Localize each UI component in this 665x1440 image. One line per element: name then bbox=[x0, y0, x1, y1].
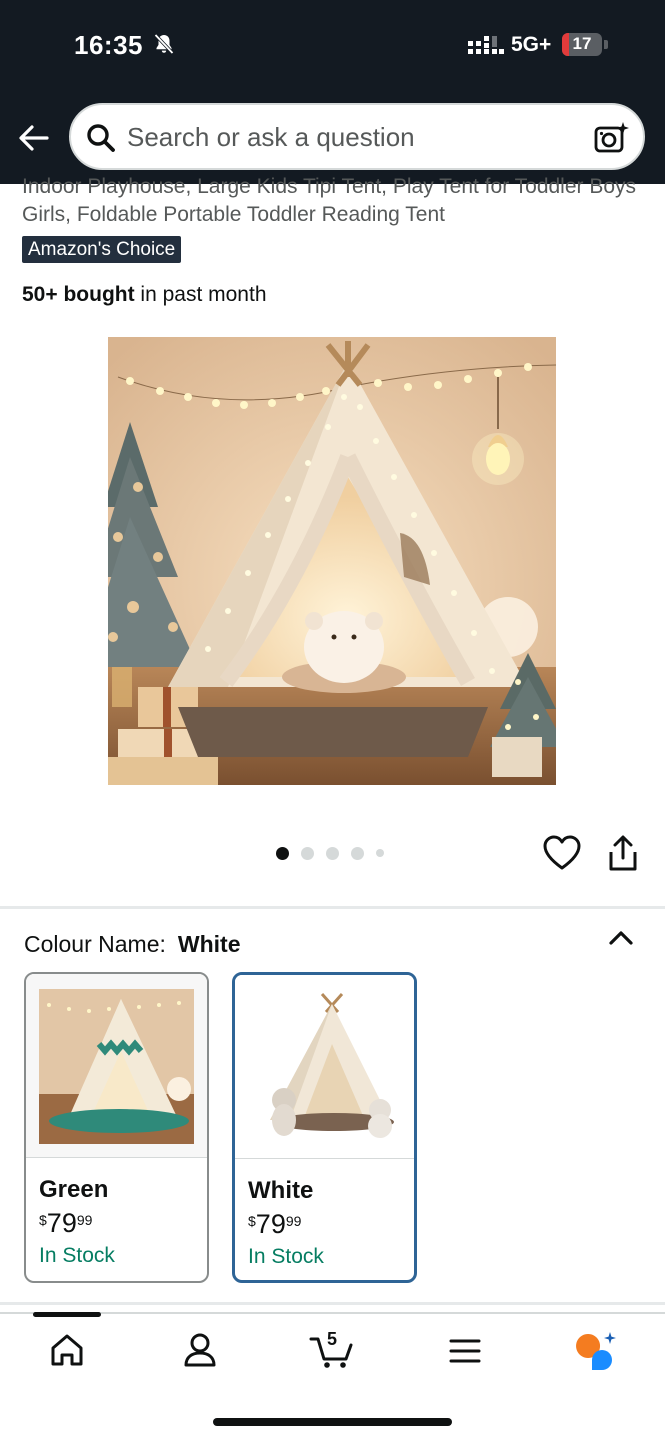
wishlist-heart-icon[interactable] bbox=[543, 835, 581, 871]
camera-search-icon[interactable] bbox=[593, 120, 629, 156]
pager-dot[interactable] bbox=[276, 846, 289, 860]
colour-name-row: Colour Name: White bbox=[24, 931, 241, 958]
bought-count: 50+ bought bbox=[22, 283, 135, 306]
home-icon[interactable] bbox=[49, 1330, 85, 1370]
pager-dot[interactable] bbox=[351, 846, 364, 860]
rufus-icon[interactable] bbox=[574, 1330, 618, 1372]
menu-icon[interactable] bbox=[448, 1330, 482, 1370]
colour-option-name: White bbox=[248, 1177, 314, 1204]
swatch-thumbnail bbox=[26, 974, 207, 1158]
pager-dot[interactable] bbox=[326, 846, 339, 860]
cart-count-badge: 5 bbox=[327, 1329, 338, 1349]
image-pager[interactable] bbox=[276, 846, 384, 860]
stock-status: In Stock bbox=[248, 1245, 324, 1268]
section-divider bbox=[0, 906, 665, 909]
network-type: 5G+ bbox=[511, 33, 552, 56]
search-input[interactable] bbox=[127, 117, 567, 157]
status-time: 16:35 bbox=[74, 30, 143, 60]
colour-option-price: $7999 bbox=[248, 1209, 302, 1239]
colour-name-label: Colour Name: bbox=[24, 931, 166, 957]
colour-option-white[interactable]: White $7999 In Stock bbox=[232, 972, 417, 1283]
pager-dot[interactable] bbox=[301, 846, 314, 860]
back-arrow-icon[interactable] bbox=[16, 120, 52, 156]
battery-percent: 17 bbox=[572, 34, 592, 53]
search-bar[interactable] bbox=[69, 103, 645, 170]
green-tent-image bbox=[39, 989, 194, 1144]
colour-option-price: $7999 bbox=[39, 1208, 93, 1238]
stock-status: In Stock bbox=[39, 1244, 115, 1267]
colour-option-green[interactable]: Green $7999 In Stock bbox=[24, 972, 209, 1283]
pager-dot[interactable] bbox=[376, 849, 384, 857]
product-image[interactable] bbox=[108, 337, 556, 785]
amazons-choice-badge: Amazon's Choice bbox=[22, 236, 182, 263]
bought-suffix: in past month bbox=[134, 283, 267, 306]
home-indicator bbox=[213, 1418, 452, 1426]
app-header: 16:35 5G+ 17 bbox=[0, 0, 665, 184]
active-tab-indicator bbox=[33, 1312, 101, 1317]
account-icon[interactable] bbox=[182, 1330, 218, 1370]
share-icon[interactable] bbox=[606, 834, 640, 872]
swatch-thumbnail bbox=[235, 975, 414, 1159]
silent-bell-icon bbox=[154, 33, 174, 55]
colour-option-name: Green bbox=[39, 1176, 109, 1203]
white-tent-image bbox=[250, 990, 405, 1145]
section-divider bbox=[0, 1302, 665, 1305]
product-title[interactable]: Indoor Playhouse, Large Kids Tipi Tent, … bbox=[22, 173, 642, 229]
battery-icon: 17 bbox=[562, 33, 602, 56]
chevron-up-icon[interactable] bbox=[606, 924, 636, 950]
battery-nub bbox=[604, 40, 608, 49]
colour-name-value: White bbox=[177, 931, 241, 957]
signal-icon bbox=[468, 36, 504, 54]
search-icon bbox=[87, 124, 115, 152]
bought-in-past-month: 50+ bought in past month bbox=[22, 283, 267, 307]
